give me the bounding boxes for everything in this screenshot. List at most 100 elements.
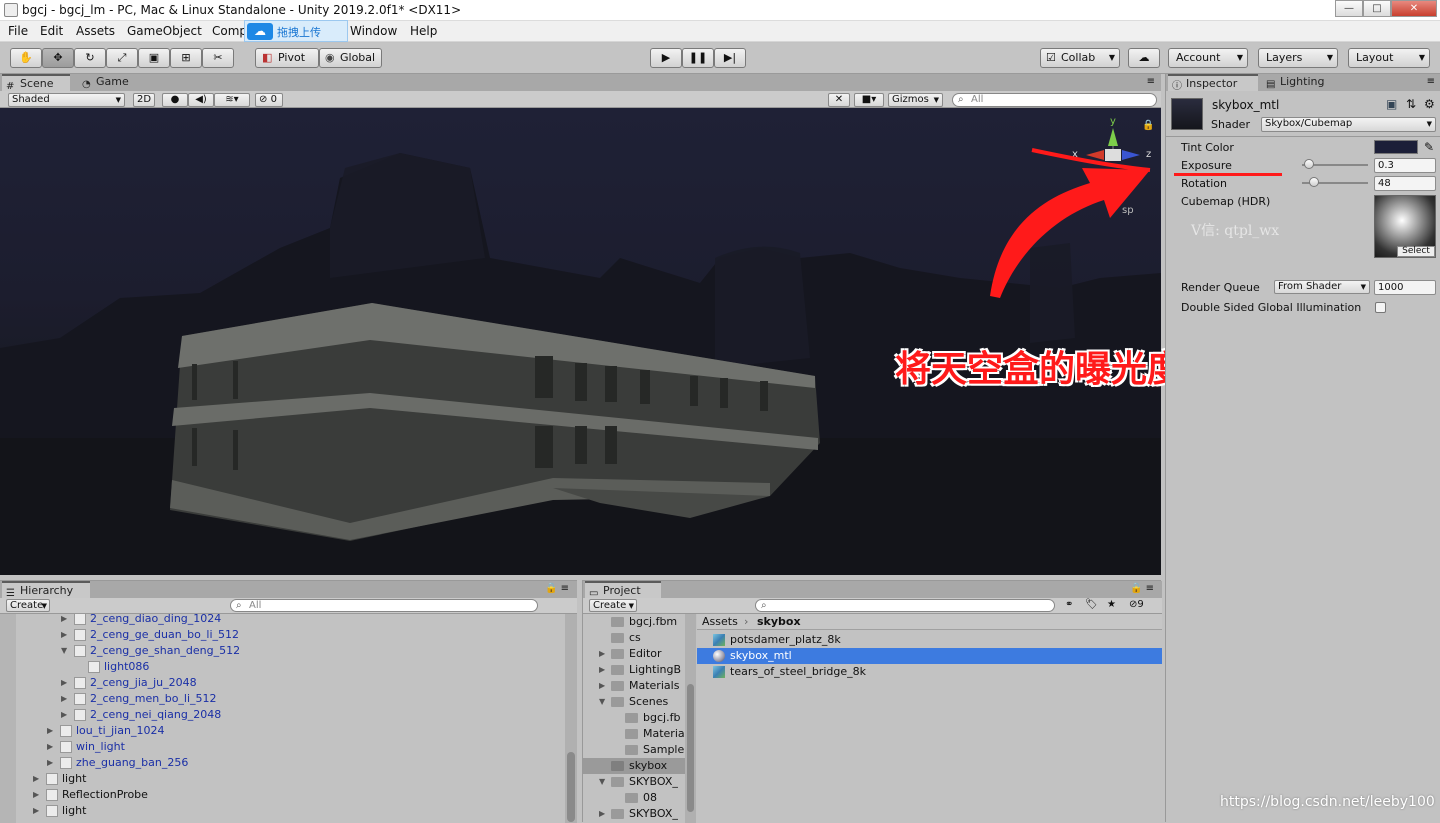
menu-gameobject[interactable]: GameObject: [127, 24, 202, 38]
folder-item[interactable]: ▼ Scenes: [599, 694, 685, 710]
panel-menu-icon[interactable]: ≡: [1427, 76, 1435, 87]
hidden-packages-toggle[interactable]: ⊘9: [1129, 599, 1144, 610]
exposure-field[interactable]: 0.3: [1374, 158, 1436, 173]
panel-menu-icon[interactable]: ≡: [1147, 76, 1155, 87]
tab-project[interactable]: ▭ Project: [585, 581, 661, 599]
menu-assets[interactable]: Assets: [76, 24, 115, 38]
cubemap-select-button[interactable]: Select: [1397, 246, 1435, 257]
folder-item[interactable]: ▶ LightingB: [599, 662, 685, 678]
folder-item[interactable]: Sample: [625, 742, 685, 758]
folder-item[interactable]: ▶ Editor: [599, 646, 685, 662]
folder-item-selected[interactable]: skybox: [583, 758, 685, 774]
lighting-toggle-icon[interactable]: ●: [162, 93, 188, 107]
transform-tool-icon[interactable]: ⊞: [170, 48, 202, 68]
shading-mode-dropdown[interactable]: Shaded ▼: [8, 93, 125, 107]
audio-toggle-icon[interactable]: ◀): [188, 93, 214, 107]
rotate-tool-icon[interactable]: ↻: [74, 48, 106, 68]
filter-by-label-icon[interactable]: 🏷: [1085, 599, 1098, 610]
hierarchy-search-input[interactable]: ⌕ All: [230, 599, 538, 612]
tab-scene[interactable]: # Scene: [2, 74, 70, 92]
hierarchy-create-dropdown[interactable]: Create ▼: [6, 599, 50, 612]
project-create-dropdown[interactable]: Create ▼: [589, 599, 637, 612]
hierarchy-scroll-thumb[interactable]: [567, 752, 575, 822]
folder-tree-scrollbar[interactable]: [685, 614, 696, 823]
menu-edit[interactable]: Edit: [40, 24, 63, 38]
folder-tree-scroll-thumb[interactable]: [687, 684, 694, 812]
panel-menu-icon[interactable]: 🔒 ≡: [1130, 583, 1154, 594]
step-button[interactable]: ▶|: [714, 48, 746, 68]
effects-toggle-icon[interactable]: ≋▾: [214, 93, 250, 107]
file-item[interactable]: tears_of_steel_bridge_8k: [697, 664, 1162, 680]
gear-icon[interactable]: ⚙: [1424, 97, 1435, 111]
hand-tool-icon[interactable]: ✋: [10, 48, 42, 68]
hierarchy-item[interactable]: ▶ light: [33, 803, 553, 819]
global-toggle[interactable]: ◉ Global: [319, 48, 382, 68]
move-tool-icon[interactable]: ✥: [42, 48, 74, 68]
hidden-objects-toggle[interactable]: ⊘ 0: [255, 93, 283, 107]
hierarchy-item[interactable]: ▼ 2_ceng_ge_shan_deng_512: [61, 643, 561, 659]
shader-dropdown[interactable]: Skybox/Cubemap ▼: [1261, 117, 1436, 132]
menu-file[interactable]: File: [8, 24, 28, 38]
menu-window[interactable]: Window: [350, 24, 397, 38]
cubemap-preview[interactable]: Select: [1374, 195, 1436, 258]
file-item-selected[interactable]: skybox_mtl: [697, 648, 1162, 664]
tab-game[interactable]: ◔ Game: [78, 74, 142, 91]
render-queue-field[interactable]: 1000: [1374, 280, 1436, 295]
hierarchy-item[interactable]: ▶ win_light: [47, 739, 557, 755]
rotation-slider-knob[interactable]: [1309, 177, 1319, 187]
tab-inspector[interactable]: ⓘ Inspector: [1168, 74, 1258, 92]
folder-item[interactable]: ▶ SKYBOX_: [599, 806, 685, 822]
eyedropper-icon[interactable]: ✎: [1424, 140, 1434, 154]
menu-component[interactable]: Comp: [212, 24, 247, 38]
breadcrumb-assets[interactable]: Assets: [702, 615, 738, 628]
hierarchy-item[interactable]: ▶ 2_ceng_men_bo_li_512: [61, 691, 561, 707]
hierarchy-item[interactable]: ▶ 2_ceng_ge_duan_bo_li_512: [61, 627, 561, 643]
pivot-toggle[interactable]: ◧ Pivot: [255, 48, 319, 68]
cloud-services-icon[interactable]: ☁: [1128, 48, 1160, 68]
filter-by-type-icon[interactable]: ⚭: [1065, 599, 1073, 610]
account-dropdown[interactable]: Account ▼: [1168, 48, 1248, 68]
play-button[interactable]: ▶: [650, 48, 682, 68]
folder-item[interactable]: ▶ Materials: [599, 678, 685, 694]
rotation-slider[interactable]: [1302, 177, 1368, 189]
layers-dropdown[interactable]: Layers ▼: [1258, 48, 1338, 68]
tint-color-swatch[interactable]: [1374, 140, 1418, 154]
scene-tools-icon[interactable]: ✕: [828, 93, 850, 107]
hierarchy-item[interactable]: ▶ 2_ceng_jia_ju_2048: [61, 675, 561, 691]
scene-search-input[interactable]: ⌕ All: [952, 93, 1157, 107]
maximize-button[interactable]: □: [1363, 0, 1391, 17]
panel-menu-icon[interactable]: 🔒 ≡: [545, 583, 569, 594]
hierarchy-item[interactable]: ▶ lou_ti_jian_1024: [47, 723, 557, 739]
menu-help[interactable]: Help: [410, 24, 437, 38]
project-search-input[interactable]: ⌕: [755, 599, 1055, 612]
lock-icon[interactable]: 🔒: [1142, 119, 1154, 131]
rect-tool-icon[interactable]: ▣: [138, 48, 170, 68]
double-sided-gi-checkbox[interactable]: [1375, 302, 1386, 313]
camera-settings-icon[interactable]: ■▾: [854, 93, 884, 107]
drag-upload-overlay[interactable]: ☁ 拖拽上传: [244, 20, 348, 42]
custom-tool-icon[interactable]: ✂: [202, 48, 234, 68]
minimize-button[interactable]: —: [1335, 0, 1363, 17]
folder-item[interactable]: Materia: [625, 726, 685, 742]
preset-icon[interactable]: ⇅: [1406, 97, 1416, 111]
hierarchy-item[interactable]: ▶ zhe_guang_ban_256: [47, 755, 557, 771]
pause-button[interactable]: ❚❚: [682, 48, 714, 68]
help-book-icon[interactable]: ▣: [1386, 97, 1397, 111]
breadcrumb-skybox[interactable]: skybox: [757, 615, 801, 628]
close-button[interactable]: ✕: [1391, 0, 1437, 17]
collab-dropdown[interactable]: ☑ Collab ▼: [1040, 48, 1120, 68]
hierarchy-item[interactable]: ▶ 2_ceng_diao_ding_1024: [61, 614, 561, 627]
folder-item[interactable]: 08: [625, 790, 685, 806]
tab-lighting[interactable]: ▤ Lighting: [1262, 74, 1342, 91]
render-queue-dropdown[interactable]: From Shader ▼: [1274, 280, 1370, 294]
rotation-field[interactable]: 48: [1374, 176, 1436, 191]
hierarchy-item[interactable]: ▶ 2_ceng_nei_qiang_2048: [61, 707, 561, 723]
hierarchy-item[interactable]: ▶ light: [33, 771, 553, 787]
hierarchy-item[interactable]: light086: [75, 659, 555, 675]
hierarchy-item[interactable]: ▶ ReflectionProbe: [33, 787, 553, 803]
exposure-slider[interactable]: [1302, 159, 1368, 171]
gizmos-dropdown[interactable]: Gizmos ▼: [888, 93, 943, 107]
folder-item[interactable]: ▼ SKYBOX_: [599, 774, 685, 790]
folder-item[interactable]: cs: [611, 630, 685, 646]
folder-item[interactable]: bgcj.fbm: [611, 614, 685, 630]
